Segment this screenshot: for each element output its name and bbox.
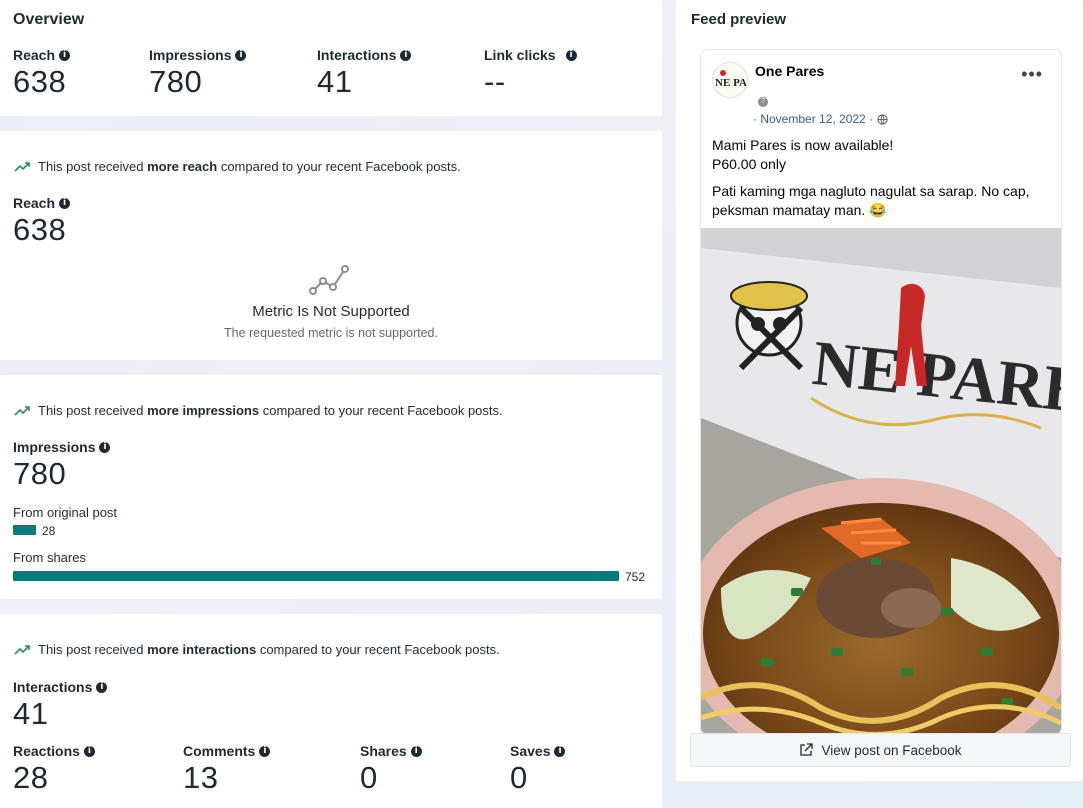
- post-text-line-3: Pati kaming mga nagluto nagulat sa sarap…: [712, 183, 1030, 218]
- metric-label: Reactions: [13, 743, 80, 759]
- view-post-button[interactable]: View post on Facebook: [690, 733, 1071, 767]
- breakdown-value-shares: 752: [625, 570, 646, 584]
- reach-metric: Reach i 638: [13, 195, 71, 247]
- post-preview: NE PA One Pares ••• ? · November 12, 202…: [701, 50, 1061, 734]
- info-icon[interactable]: i: [59, 197, 71, 209]
- feed-preview-card: Feed preview NE PA One Pares ••• ? · Nov…: [676, 0, 1083, 781]
- overview-metric-impressions: Impressions i 780: [149, 47, 247, 99]
- metric-value: 0: [510, 760, 528, 795]
- more-options-icon[interactable]: •••: [1021, 64, 1043, 85]
- metric-value: 780: [13, 456, 67, 491]
- metric-value: 28: [13, 760, 49, 795]
- breakdown-value-original: 28: [42, 524, 56, 538]
- reach-card: This post received more reach compared t…: [0, 131, 662, 360]
- trend-text: This post received: [38, 642, 148, 657]
- trend-text: This post received: [38, 159, 148, 174]
- metric-not-supported: Metric Is Not Supported The requested me…: [0, 261, 662, 340]
- interactions-trend-note: This post received more interactions com…: [14, 642, 500, 657]
- impressions-trend-note: This post received more impressions comp…: [14, 403, 503, 418]
- post-text-line-1: Mami Pares is now available!: [712, 137, 894, 153]
- interactions-metric-comments: Comments i 13: [183, 743, 271, 795]
- overview-card: Overview Reach i 638 Impressions i 780 Int…: [0, 0, 662, 116]
- food-photo: NE PARES: [701, 228, 1061, 734]
- info-icon[interactable]: i: [83, 745, 95, 757]
- impressions-metric: Impressions i 780: [13, 439, 111, 491]
- interactions-metric: Interactions i 41: [13, 679, 108, 731]
- metric-label: Interactions: [317, 47, 397, 63]
- logo-text: NE PA: [715, 77, 747, 89]
- metric-value: 13: [183, 760, 219, 795]
- metric-value: 638: [13, 212, 67, 247]
- interactions-metric-saves: Saves i 0: [510, 743, 566, 795]
- metric-label: Impressions: [149, 47, 232, 63]
- page-name-link[interactable]: One Pares: [755, 63, 824, 79]
- breakdown-label-original: From original post: [13, 505, 118, 520]
- trend-up-icon: [14, 161, 30, 172]
- trend-text: This post received: [38, 403, 148, 418]
- trend-text: compared to your recent Facebook posts.: [256, 642, 500, 657]
- info-icon[interactable]: i: [565, 49, 577, 61]
- info-icon[interactable]: i: [96, 681, 108, 693]
- reach-trend-note: This post received more reach compared t…: [14, 159, 461, 174]
- overview-metric-reach: Reach i 638: [13, 47, 71, 99]
- trend-text: compared to your recent Facebook posts.: [217, 159, 461, 174]
- metric-label: Shares: [360, 743, 407, 759]
- impressions-card: This post received more impressions comp…: [0, 375, 662, 599]
- breakdown-bar-original[interactable]: [13, 525, 36, 535]
- page-logo: NE PA: [713, 63, 747, 97]
- metric-label: Comments: [183, 743, 256, 759]
- metric-value: 780: [149, 64, 203, 99]
- interactions-card: This post received more interactions com…: [0, 614, 662, 808]
- view-post-label[interactable]: View post on Facebook: [821, 743, 961, 758]
- info-icon[interactable]: i: [554, 745, 566, 757]
- external-link-icon: [800, 743, 814, 756]
- trend-text: compared to your recent Facebook posts.: [259, 403, 503, 418]
- info-icon[interactable]: i: [410, 745, 422, 757]
- interactions-metric-reactions: Reactions i 28: [13, 743, 95, 795]
- info-icon[interactable]: i: [99, 441, 111, 453]
- trend-bold: more impressions: [147, 403, 260, 418]
- metric-label: Saves: [510, 743, 551, 759]
- feed-preview-title: Feed preview: [691, 11, 787, 28]
- metric-value: 0: [360, 760, 378, 795]
- line-chart-icon: [309, 265, 349, 295]
- info-icon[interactable]: i: [59, 49, 71, 61]
- metric-value: 41: [317, 64, 353, 99]
- trend-up-icon: [14, 644, 30, 655]
- breakdown-bar-shares[interactable]: [13, 571, 619, 581]
- info-icon[interactable]: i: [259, 745, 271, 757]
- post-date-text[interactable]: · November 12, 2022 ·: [753, 112, 873, 126]
- overview-title: Overview: [13, 11, 85, 28]
- overview-metric-interactions: Interactions i 41: [317, 47, 412, 99]
- page-avatar[interactable]: NE PA: [712, 62, 748, 98]
- interactions-metric-shares: Shares i 0: [360, 743, 422, 795]
- metric-label: Impressions: [13, 439, 96, 455]
- post-date[interactable]: · November 12, 2022 ·: [753, 112, 888, 126]
- trend-bold: more reach: [147, 159, 218, 174]
- not-supported-title: Metric Is Not Supported: [252, 303, 410, 320]
- info-icon[interactable]: i: [400, 49, 412, 61]
- breakdown-label-shares: From shares: [13, 550, 86, 565]
- post-text: Mami Pares is now available! P60.00 only…: [712, 136, 1052, 228]
- metric-label: Interactions: [13, 679, 93, 695]
- trend-bold: more interactions: [147, 642, 257, 657]
- globe-icon: [877, 113, 888, 125]
- metric-value: --: [484, 64, 506, 99]
- metric-label: Link clicks: [484, 47, 556, 63]
- info-icon[interactable]: i: [235, 49, 247, 61]
- metric-value: 41: [13, 696, 49, 731]
- metric-value: 638: [13, 64, 67, 99]
- page-badge-icon: ?: [758, 97, 768, 107]
- overview-metric-link-clicks: Link clicks i --: [484, 47, 577, 99]
- trend-up-icon: [14, 405, 30, 416]
- not-supported-subtitle: The requested metric is not supported.: [223, 326, 438, 340]
- metric-label: Reach: [13, 195, 56, 211]
- post-text-line-2: P60.00 only: [712, 156, 786, 172]
- post-image[interactable]: NE PARES: [701, 228, 1061, 734]
- metric-label: Reach: [13, 47, 56, 63]
